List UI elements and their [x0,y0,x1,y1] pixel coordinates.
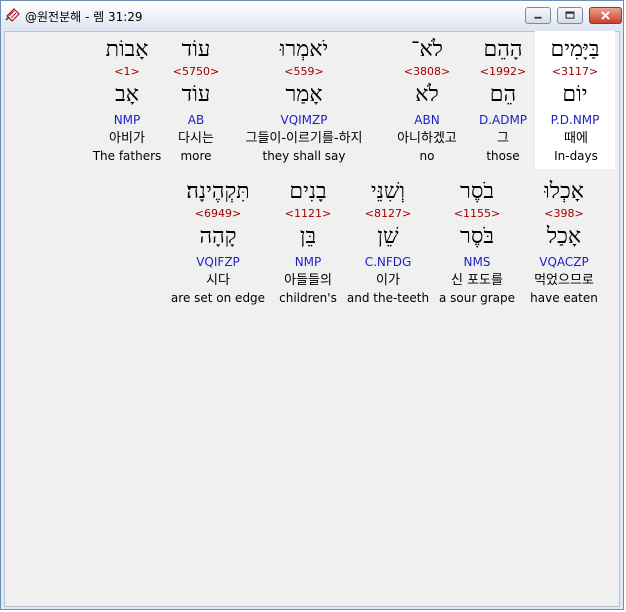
hebrew-lemma: הֵם [489,82,517,107]
morphology-code: C.NFDG [364,255,412,269]
hebrew-word: יֹאמְרוּ [279,37,329,62]
hebrew-lemma: קָהָה [199,224,237,249]
morphology-code: VQIFZP [196,255,240,269]
window-title: @원전분해 - 렘 31:29 [25,10,143,24]
word-cell[interactable]: יֹאמְרוּ <559> אָמַר VQIMZP 그들이-이르기를-하지 … [245,31,362,169]
maximize-button[interactable] [557,7,583,24]
strong-number[interactable]: <3117> [535,65,615,79]
hebrew-lemma: בֹּסֶר [460,224,494,249]
morphology-code: VQIMZP [280,113,328,127]
hebrew-word: בַּיָּמִים [550,37,600,62]
minimize-icon [534,16,542,19]
morphology-code: NMP [113,113,141,127]
strong-number[interactable]: <8127> [347,207,429,221]
maximize-icon [565,11,575,19]
english-gloss: no [419,149,435,163]
strong-number[interactable]: <559> [263,65,345,79]
hebrew-word: אָכְלוּ [544,179,584,204]
morphology-code: VQACZP [539,255,589,269]
morphology-code: NMS [463,255,491,269]
app-icon [5,8,20,22]
english-gloss: The fathers [92,149,162,163]
hebrew-lemma: אָמַר [285,82,323,107]
strong-number[interactable]: <6949> [177,207,259,221]
strong-number[interactable]: <1> [86,65,168,79]
app-window: @원전분해 - 렘 31:29 בַּיָּמִים <3117> יוֹם P… [0,0,624,610]
hebrew-word: בֹסֶר [460,179,494,204]
hebrew-word: הָהֵם [483,37,523,62]
hebrew-lemma: בֵּן [299,224,317,249]
strong-number[interactable]: <1992> [462,65,544,79]
strong-number[interactable]: <1155> [436,207,518,221]
hebrew-word: תִּקְהֶינָה׃ [186,179,250,204]
hebrew-lemma: אָכַל [546,224,582,249]
morphology-code: D.ADMP [478,113,528,127]
title-bar[interactable]: @원전분해 - 렘 31:29 [1,1,623,29]
morphology-code: P.D.NMP [550,113,600,127]
word-cell[interactable]: תִּקְהֶינָה׃ <6949> קָהָה VQIFZP 시다 are … [171,173,265,311]
hebrew-lemma: יוֹם [562,82,588,107]
hebrew-lemma: לֹא [415,82,439,107]
hebrew-word: וְשִׁנֵּי [370,179,406,204]
korean-gloss: 시다 [206,273,230,288]
hebrew-lemma: אָב [115,82,139,107]
hebrew-word: בָנִים [289,179,327,204]
hebrew-word: אָבוֹת [105,37,149,62]
strong-number[interactable]: <1121> [267,207,349,221]
english-gloss: are set on edge [170,291,266,305]
morphology-code: ABN [414,113,440,127]
minimize-button[interactable] [525,7,551,24]
close-icon [601,11,610,20]
hebrew-lemma: שֵׁן [377,224,399,249]
english-gloss: they shall say [262,149,346,163]
korean-gloss: 아비가 [109,131,145,146]
word-cell[interactable]: אָבוֹת <1> אָב NMP 아비가 The fathers [86,31,168,169]
morphology-code: NMP [294,255,322,269]
strong-number[interactable]: <3808> [386,65,468,79]
word-cell[interactable]: לֹא־ <3808> לֹא ABN 아니하겠고 no [386,31,468,169]
word-cell[interactable]: בָנִים <1121> בֵּן NMP 아들들의 children's [267,173,349,311]
interlinear-view: בַּיָּמִים <3117> יוֹם P.D.NMP 때에 In-day… [4,31,620,607]
strong-number[interactable]: <398> [523,207,605,221]
hebrew-word: לֹא־ [411,37,443,62]
close-button[interactable] [589,7,622,24]
